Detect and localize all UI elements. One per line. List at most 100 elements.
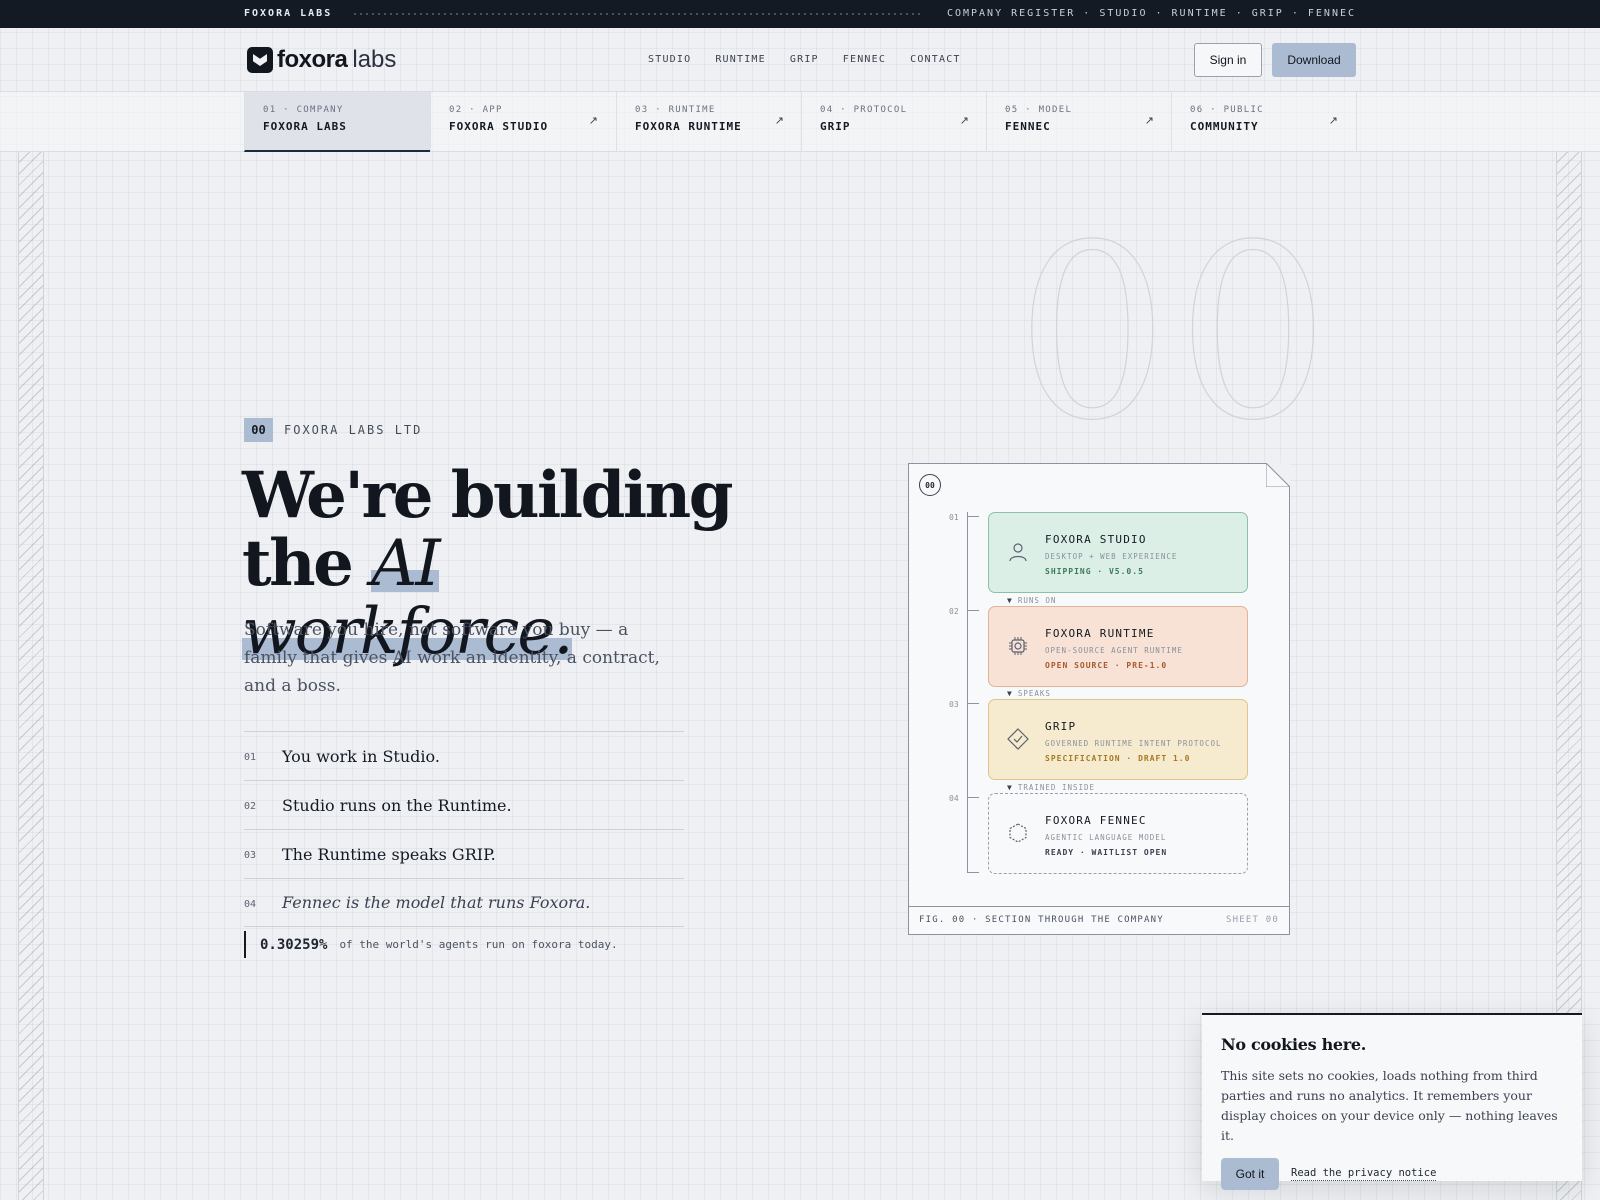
step-number: 02 xyxy=(244,801,257,812)
card-status: OPEN SOURCE · PRE-1.0 xyxy=(1045,661,1168,670)
tab-label: FOXORA LABS xyxy=(263,120,347,133)
figure-index-badge: 00 xyxy=(919,474,941,496)
card-title: FOXORA FENNEC xyxy=(1045,814,1147,827)
cookie-actions: Got it Read the privacy notice xyxy=(1221,1158,1564,1190)
tab-runtime[interactable]: 03 · RUNTIME FOXORA RUNTIME ↗ xyxy=(616,92,802,152)
sign-in-button[interactable]: Sign in xyxy=(1194,43,1262,77)
tab-grip[interactable]: 04 · PROTOCOL GRIP ↗ xyxy=(801,92,987,152)
list-item: 03 The Runtime speaks GRIP. xyxy=(244,829,684,878)
diamond-check-icon xyxy=(1007,728,1029,750)
list-item: 02 Studio runs on the Runtime. xyxy=(244,780,684,829)
connector-trained-inside: ▼ TRAINED INSIDE xyxy=(1007,783,1095,792)
step-text: The Runtime speaks GRIP. xyxy=(282,844,496,864)
cookie-notice: No cookies here. This site sets no cooki… xyxy=(1202,1013,1582,1190)
main-nav: foxora labs STUDIO RUNTIME GRIP FENNEC C… xyxy=(0,28,1600,92)
tab-community[interactable]: 06 · PUBLIC COMMUNITY ↗ xyxy=(1171,92,1357,152)
hero-eyebrow: 00 FOXORA LABS LTD xyxy=(244,418,422,442)
list-item: 04 Fennec is the model that runs Foxora. xyxy=(244,878,684,927)
card-foxora-studio[interactable]: FOXORA STUDIO DESKTOP + WEB EXPERIENCE S… xyxy=(988,512,1248,593)
big-outline-digits: 00 xyxy=(1016,193,1337,460)
cookie-body: This site sets no cookies, loads nothing… xyxy=(1221,1068,1558,1143)
cookie-title: No cookies here. xyxy=(1221,1035,1367,1054)
fox-logo-icon xyxy=(247,47,273,73)
hero-subtext: Software you hire, not software you buy … xyxy=(244,620,660,696)
product-tabs: 01 · COMPANY FOXORA LABS 02 · APP FOXORA… xyxy=(0,92,1600,152)
card-title: GRIP xyxy=(1045,720,1077,733)
logo-wordmark-light: labs xyxy=(352,46,397,73)
diagram-spine xyxy=(967,512,968,872)
nav-link-contact[interactable]: CONTACT xyxy=(910,54,961,65)
connector-speaks: ▼ SPEAKS xyxy=(1007,689,1051,698)
stat-value: 0.30259% xyxy=(260,936,328,953)
figure-caption-bar: FIG. 00 · SECTION THROUGH THE COMPANY SH… xyxy=(909,906,1289,934)
external-arrow-icon: ↗ xyxy=(588,115,598,127)
down-triangle-icon: ▼ xyxy=(1007,689,1013,698)
row-tick xyxy=(967,872,979,873)
tab-number: 01 · COMPANY xyxy=(263,105,344,115)
top-strip-brand[interactable]: FOXORA LABS xyxy=(244,8,332,19)
row-tick xyxy=(967,703,979,704)
step-number: 04 xyxy=(244,898,257,910)
card-title: FOXORA RUNTIME xyxy=(1045,627,1155,640)
nav-link-grip[interactable]: GRIP xyxy=(790,54,819,65)
row-tick xyxy=(967,797,979,798)
top-strip-links[interactable]: COMPANY REGISTER · STUDIO · RUNTIME · GR… xyxy=(947,8,1356,19)
agent-share-stat: 0.30259% of the world's agents run on fo… xyxy=(244,931,618,958)
card-status: READY · WAITLIST OPEN xyxy=(1045,848,1168,857)
card-title: FOXORA STUDIO xyxy=(1045,533,1147,546)
step-text: Fennec is the model that runs Foxora. xyxy=(282,893,591,912)
card-grip[interactable]: GRIP GOVERNED RUNTIME INTENT PROTOCOL SP… xyxy=(988,699,1248,780)
tab-studio[interactable]: 02 · APP FOXORA STUDIO ↗ xyxy=(430,92,616,152)
big-outline-number: 00 xyxy=(1016,192,1337,460)
row-number: 02 xyxy=(949,607,959,616)
row-tick xyxy=(967,610,979,611)
down-triangle-icon: ▼ xyxy=(1007,783,1013,792)
company-diagram: 00 01 02 03 04 FOXORA STUDIO DESKTOP + W… xyxy=(908,463,1290,935)
card-description: GOVERNED RUNTIME INTENT PROTOCOL xyxy=(1045,739,1222,748)
list-item: 01 You work in Studio. xyxy=(244,731,684,780)
chip-icon xyxy=(1009,637,1027,655)
card-status: SHIPPING · V5.0.5 xyxy=(1045,567,1144,576)
external-arrow-icon: ↗ xyxy=(1328,115,1338,127)
row-tick xyxy=(967,516,979,517)
down-triangle-icon: ▼ xyxy=(1007,596,1013,605)
step-text: Studio runs on the Runtime. xyxy=(282,795,512,815)
nav-link-runtime[interactable]: RUNTIME xyxy=(715,54,766,65)
tab-fennec[interactable]: 05 · MODEL FENNEC ↗ xyxy=(986,92,1172,152)
card-status: SPECIFICATION · DRAFT 1.0 xyxy=(1045,754,1191,763)
got-it-button[interactable]: Got it xyxy=(1221,1158,1279,1190)
connector-label: RUNS ON xyxy=(1017,596,1057,605)
left-hatch-rail xyxy=(18,152,44,1200)
card-foxora-fennec[interactable]: FOXORA FENNEC AGENTIC LANGUAGE MODEL REA… xyxy=(988,793,1248,874)
headline-line-1: We're building xyxy=(242,458,733,533)
step-number: 03 xyxy=(244,850,257,861)
folded-corner-icon xyxy=(1266,463,1290,487)
nav-link-studio[interactable]: STUDIO xyxy=(648,54,691,65)
top-strip: FOXORA LABS COMPANY REGISTER · STUDIO · … xyxy=(0,0,1600,28)
logo[interactable]: foxora labs xyxy=(247,46,396,74)
row-number: 01 xyxy=(949,513,959,522)
privacy-notice-link[interactable]: Read the privacy notice xyxy=(1291,1167,1437,1181)
external-arrow-icon: ↗ xyxy=(1144,115,1154,127)
dotted-leader xyxy=(352,13,924,15)
steps-list: 01 You work in Studio. 02 Studio runs on… xyxy=(244,731,684,927)
nav-links: STUDIO RUNTIME GRIP FENNEC CONTACT xyxy=(648,54,961,65)
nav-link-fennec[interactable]: FENNEC xyxy=(843,54,886,65)
card-description: AGENTIC LANGUAGE MODEL xyxy=(1045,833,1167,842)
card-description: DESKTOP + WEB EXPERIENCE xyxy=(1045,552,1178,561)
connector-label: TRAINED INSIDE xyxy=(1017,783,1096,792)
logo-wordmark-bold: foxora xyxy=(277,46,348,73)
headline-line-2: the xyxy=(242,526,372,601)
stat-caption: of the world's agents run on foxora toda… xyxy=(339,938,618,951)
section-chip: 00 xyxy=(244,418,273,442)
hexagon-icon xyxy=(1009,823,1027,843)
card-foxora-runtime[interactable]: FOXORA RUNTIME OPEN-SOURCE AGENT RUNTIME… xyxy=(988,606,1248,687)
row-number: 03 xyxy=(949,700,959,709)
card-description: OPEN-SOURCE AGENT RUNTIME xyxy=(1045,646,1183,655)
figure-caption: FIG. 00 · SECTION THROUGH THE COMPANY xyxy=(919,915,1164,925)
tab-company[interactable]: 01 · COMPANY FOXORA LABS xyxy=(244,92,430,152)
external-arrow-icon: ↗ xyxy=(959,115,969,127)
sheet-label: SHEET 00 xyxy=(1226,915,1279,925)
eyebrow-text: FOXORA LABS LTD xyxy=(284,423,423,437)
download-button[interactable]: Download xyxy=(1272,43,1356,77)
